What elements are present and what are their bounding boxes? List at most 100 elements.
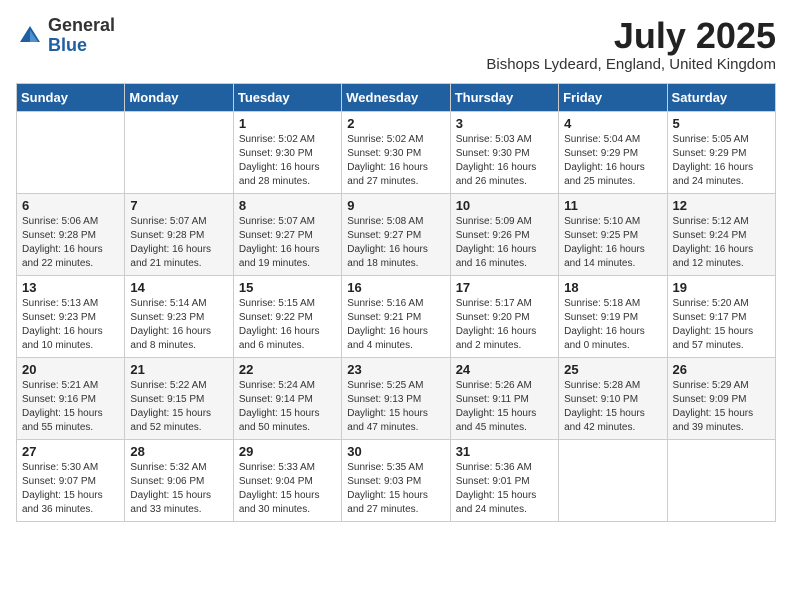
day-info: Sunrise: 5:13 AM Sunset: 9:23 PM Dayligh… [22, 297, 119, 353]
day-number: 2 [347, 116, 444, 131]
header-row: SundayMondayTuesdayWednesdayThursdayFrid… [17, 83, 776, 111]
day-info: Sunrise: 5:02 AM Sunset: 9:30 PM Dayligh… [347, 133, 444, 189]
day-number: 17 [456, 280, 553, 295]
header-thursday: Thursday [450, 83, 558, 111]
day-cell: 6 Sunrise: 5:06 AM Sunset: 9:28 PM Daylig… [17, 193, 125, 275]
header-friday: Friday [559, 83, 667, 111]
day-cell: 27Sunrise: 5:30 AM Sunset: 9:07 PM Dayli… [17, 439, 125, 521]
calendar-body: 1Sunrise: 5:02 AM Sunset: 9:30 PM Daylig… [17, 111, 776, 521]
day-info: Sunrise: 5:08 AM Sunset: 9:27 PM Dayligh… [347, 215, 444, 271]
week-row-0: 1Sunrise: 5:02 AM Sunset: 9:30 PM Daylig… [17, 111, 776, 193]
day-cell: 18 Sunrise: 5:18 AM Sunset: 9:19 PM Dayli… [559, 275, 667, 357]
day-cell: 22 Sunrise: 5:24 AM Sunset: 9:14 PM Dayli… [233, 357, 341, 439]
day-cell: 29 Sunrise: 5:33 AM Sunset: 9:04 PM Dayli… [233, 439, 341, 521]
day-cell [17, 111, 125, 193]
day-number: 9 [347, 198, 444, 213]
day-info: Sunrise: 5:06 AM Sunset: 9:28 PM Dayligh… [22, 215, 119, 271]
day-cell: 24Sunrise: 5:26 AM Sunset: 9:11 PM Dayli… [450, 357, 558, 439]
day-info: Sunrise: 5:22 AM Sunset: 9:15 PM Dayligh… [130, 379, 227, 435]
header-wednesday: Wednesday [342, 83, 450, 111]
day-info: Sunrise: 5:28 AM Sunset: 9:10 PM Dayligh… [564, 379, 661, 435]
day-cell [667, 439, 775, 521]
week-row-1: 6 Sunrise: 5:06 AM Sunset: 9:28 PM Daylig… [17, 193, 776, 275]
day-cell: 4 Sunrise: 5:04 AM Sunset: 9:29 PM Daylig… [559, 111, 667, 193]
day-cell: 31 Sunrise: 5:36 AM Sunset: 9:01 PM Dayli… [450, 439, 558, 521]
header-sunday: Sunday [17, 83, 125, 111]
day-cell: 16Sunrise: 5:16 AM Sunset: 9:21 PM Dayli… [342, 275, 450, 357]
week-row-2: 13 Sunrise: 5:13 AM Sunset: 9:23 PM Dayli… [17, 275, 776, 357]
day-cell: 3 Sunrise: 5:03 AM Sunset: 9:30 PM Daylig… [450, 111, 558, 193]
day-info: Sunrise: 5:18 AM Sunset: 9:19 PM Dayligh… [564, 297, 661, 353]
day-info: Sunrise: 5:32 AM Sunset: 9:06 PM Dayligh… [130, 461, 227, 517]
day-info: Sunrise: 5:25 AM Sunset: 9:13 PM Dayligh… [347, 379, 444, 435]
day-cell: 9 Sunrise: 5:08 AM Sunset: 9:27 PM Daylig… [342, 193, 450, 275]
day-number: 31 [456, 444, 553, 459]
day-info: Sunrise: 5:33 AM Sunset: 9:04 PM Dayligh… [239, 461, 336, 517]
day-cell: 8 Sunrise: 5:07 AM Sunset: 9:27 PM Daylig… [233, 193, 341, 275]
header: General Blue July 2025 Bishops Lydeard, … [16, 16, 776, 73]
day-number: 21 [130, 362, 227, 377]
week-row-4: 27Sunrise: 5:30 AM Sunset: 9:07 PM Dayli… [17, 439, 776, 521]
day-number: 20 [22, 362, 119, 377]
day-number: 24 [456, 362, 553, 377]
day-number: 4 [564, 116, 661, 131]
calendar: SundayMondayTuesdayWednesdayThursdayFrid… [16, 83, 776, 522]
day-info: Sunrise: 5:09 AM Sunset: 9:26 PM Dayligh… [456, 215, 553, 271]
day-cell: 20 Sunrise: 5:21 AM Sunset: 9:16 PM Dayli… [17, 357, 125, 439]
day-cell: 19 Sunrise: 5:20 AM Sunset: 9:17 PM Dayli… [667, 275, 775, 357]
day-number: 18 [564, 280, 661, 295]
day-number: 6 [22, 198, 119, 213]
day-info: Sunrise: 5:21 AM Sunset: 9:16 PM Dayligh… [22, 379, 119, 435]
day-cell: 25 Sunrise: 5:28 AM Sunset: 9:10 PM Dayli… [559, 357, 667, 439]
day-cell: 21 Sunrise: 5:22 AM Sunset: 9:15 PM Dayli… [125, 357, 233, 439]
logo-blue: Blue [48, 36, 115, 56]
logo: General Blue [16, 16, 115, 56]
day-cell: 15Sunrise: 5:15 AM Sunset: 9:22 PM Dayli… [233, 275, 341, 357]
day-number: 3 [456, 116, 553, 131]
day-number: 7 [130, 198, 227, 213]
day-number: 29 [239, 444, 336, 459]
day-info: Sunrise: 5:03 AM Sunset: 9:30 PM Dayligh… [456, 133, 553, 189]
day-number: 26 [673, 362, 770, 377]
day-number: 13 [22, 280, 119, 295]
day-cell [559, 439, 667, 521]
day-info: Sunrise: 5:16 AM Sunset: 9:21 PM Dayligh… [347, 297, 444, 353]
day-info: Sunrise: 5:17 AM Sunset: 9:20 PM Dayligh… [456, 297, 553, 353]
day-number: 10 [456, 198, 553, 213]
day-cell: 13 Sunrise: 5:13 AM Sunset: 9:23 PM Dayli… [17, 275, 125, 357]
day-info: Sunrise: 5:36 AM Sunset: 9:01 PM Dayligh… [456, 461, 553, 517]
day-number: 19 [673, 280, 770, 295]
subtitle: Bishops Lydeard, England, United Kingdom [486, 56, 776, 73]
day-info: Sunrise: 5:04 AM Sunset: 9:29 PM Dayligh… [564, 133, 661, 189]
day-info: Sunrise: 5:12 AM Sunset: 9:24 PM Dayligh… [673, 215, 770, 271]
month-title: July 2025 [486, 16, 776, 56]
day-info: Sunrise: 5:07 AM Sunset: 9:28 PM Dayligh… [130, 215, 227, 271]
day-number: 12 [673, 198, 770, 213]
title-area: July 2025 Bishops Lydeard, England, Unit… [486, 16, 776, 73]
day-cell: 30Sunrise: 5:35 AM Sunset: 9:03 PM Dayli… [342, 439, 450, 521]
day-info: Sunrise: 5:07 AM Sunset: 9:27 PM Dayligh… [239, 215, 336, 271]
day-number: 25 [564, 362, 661, 377]
day-number: 27 [22, 444, 119, 459]
day-cell: 17 Sunrise: 5:17 AM Sunset: 9:20 PM Dayli… [450, 275, 558, 357]
day-cell: 14 Sunrise: 5:14 AM Sunset: 9:23 PM Dayli… [125, 275, 233, 357]
day-number: 8 [239, 198, 336, 213]
logo-icon [16, 22, 44, 50]
day-number: 15 [239, 280, 336, 295]
day-cell: 28 Sunrise: 5:32 AM Sunset: 9:06 PM Dayli… [125, 439, 233, 521]
day-cell: 12 Sunrise: 5:12 AM Sunset: 9:24 PM Dayli… [667, 193, 775, 275]
week-row-3: 20 Sunrise: 5:21 AM Sunset: 9:16 PM Dayli… [17, 357, 776, 439]
day-number: 28 [130, 444, 227, 459]
day-info: Sunrise: 5:20 AM Sunset: 9:17 PM Dayligh… [673, 297, 770, 353]
day-number: 5 [673, 116, 770, 131]
logo-general: General [48, 16, 115, 36]
logo-text: General Blue [48, 16, 115, 56]
day-number: 14 [130, 280, 227, 295]
day-number: 22 [239, 362, 336, 377]
header-saturday: Saturday [667, 83, 775, 111]
day-number: 11 [564, 198, 661, 213]
day-info: Sunrise: 5:24 AM Sunset: 9:14 PM Dayligh… [239, 379, 336, 435]
day-info: Sunrise: 5:14 AM Sunset: 9:23 PM Dayligh… [130, 297, 227, 353]
day-info: Sunrise: 5:35 AM Sunset: 9:03 PM Dayligh… [347, 461, 444, 517]
day-info: Sunrise: 5:29 AM Sunset: 9:09 PM Dayligh… [673, 379, 770, 435]
